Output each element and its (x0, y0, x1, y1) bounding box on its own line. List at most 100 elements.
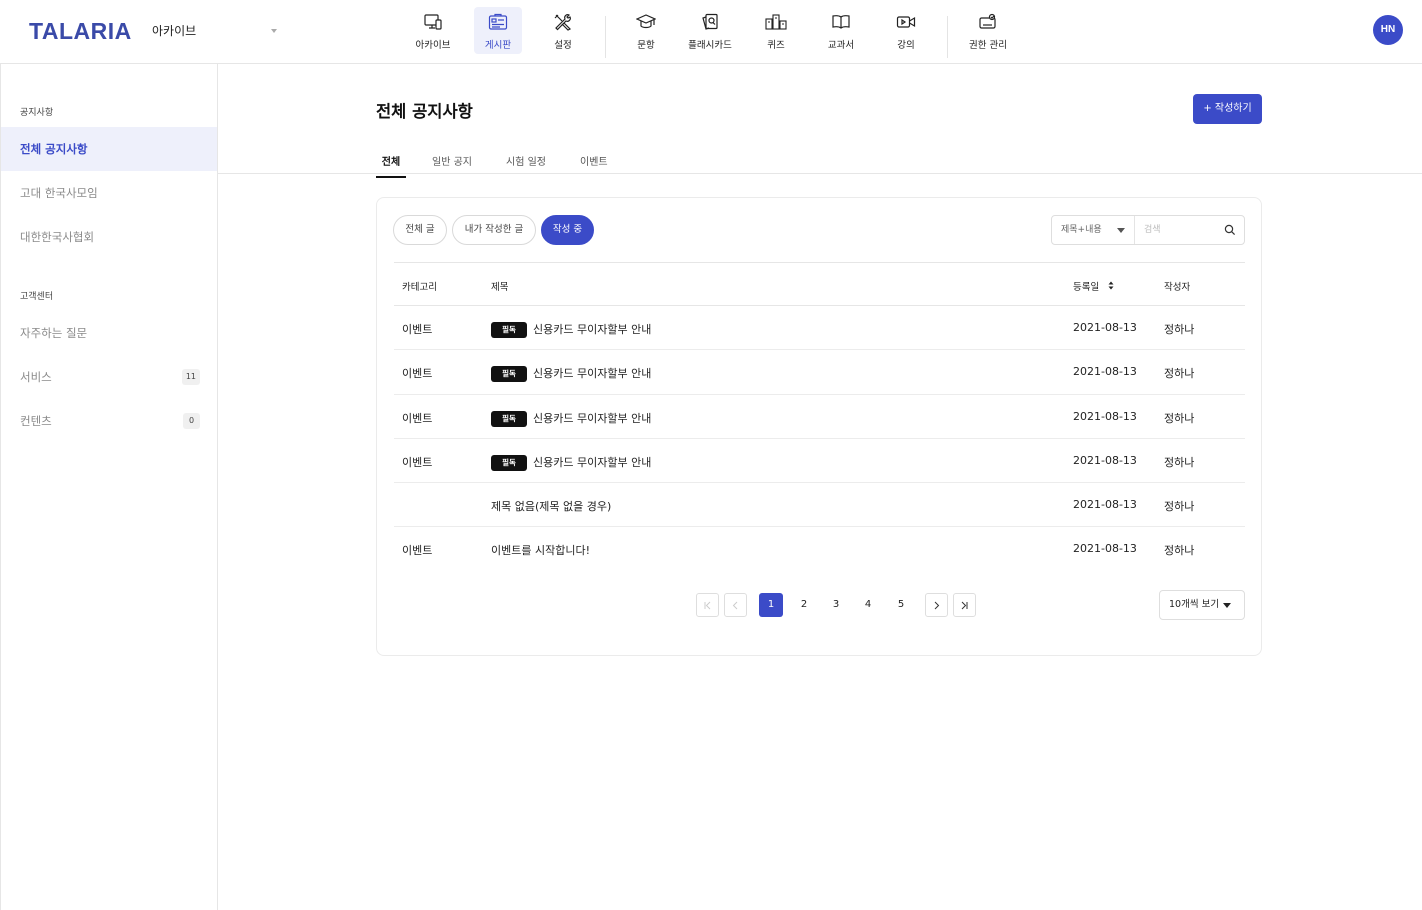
cell-title: 제목 없음(제목 없을 경우) (491, 498, 611, 514)
cell-date: 2021-08-13 (1073, 498, 1137, 512)
column-header-category: 카테고리 (402, 282, 437, 293)
cell-title: 필독 신용카드 무이자할부 안내 (491, 410, 651, 427)
last-page-icon (961, 601, 968, 610)
first-page-button[interactable] (696, 593, 719, 617)
cell-category: 이벤트 (402, 367, 433, 381)
post-title[interactable]: 신용카드 무이자할부 안내 (533, 367, 651, 380)
nav-item-lecture[interactable]: 강의 (882, 7, 930, 54)
nav-item-archive[interactable]: 아카이브 (409, 7, 457, 54)
nav-item-questions[interactable]: 문항 (622, 7, 670, 54)
nav-item-board[interactable]: 게시판 (474, 7, 522, 54)
table-row[interactable]: 이벤트 필독 신용카드 무이자할부 안내 2021-08-13 정하나 (394, 350, 1245, 395)
table-row[interactable]: 이벤트 필독 신용카드 무이자할부 안내 2021-08-13 정하나 (394, 439, 1245, 484)
nav-label: 교과서 (827, 40, 855, 51)
cell-author: 정하나 (1164, 455, 1195, 469)
nav-label: 권한 관리 (969, 40, 1007, 51)
page-number-button[interactable]: 4 (856, 593, 880, 617)
notice-table: 카테고리 제목 등록일 작성자 이벤트 필독 신용카드 무이자할부 안내 2021-0… (394, 262, 1245, 572)
page-number-button[interactable]: 2 (792, 593, 816, 617)
post-title[interactable]: 신용카드 무이자할부 안내 (533, 456, 651, 469)
archive-select[interactable]: 아카이브 (152, 22, 280, 42)
filter-all-posts[interactable]: 전체 글 (393, 215, 447, 245)
last-page-button[interactable] (953, 593, 976, 617)
post-title[interactable]: 신용카드 무이자할부 안내 (533, 412, 651, 425)
quiz-icon (765, 14, 787, 30)
video-icon (896, 16, 916, 28)
logo[interactable]: TALARIA (29, 18, 132, 45)
search-type-select[interactable]: 제목+내용 (1052, 216, 1135, 244)
avatar[interactable]: HN (1373, 15, 1403, 45)
page-number-button[interactable]: 3 (824, 593, 848, 617)
chevron-down-icon (271, 29, 277, 33)
page-number-button[interactable]: 5 (889, 593, 913, 617)
sidebar-item-all-notices[interactable]: 전체 공지사항 (1, 127, 217, 171)
post-title[interactable]: 이벤트를 시작합니다! (491, 544, 590, 557)
monitor-devices-icon (424, 14, 442, 30)
sidebar-item-service[interactable]: 서비스 11 (1, 355, 217, 399)
page-title: 전체 공지사항 (376, 102, 473, 121)
table-row[interactable]: 제목 없음(제목 없을 경우) 2021-08-13 정하나 (394, 483, 1245, 528)
cell-author: 정하나 (1164, 544, 1195, 558)
search-icon[interactable] (1224, 224, 1236, 236)
page-number-button[interactable]: 1 (759, 593, 783, 617)
filter-drafts[interactable]: 작성 중 (541, 215, 594, 245)
cell-title: 필독 신용카드 무이자할부 안내 (491, 365, 651, 383)
nav-label: 게시판 (484, 40, 512, 51)
write-button[interactable]: + 작성하기 (1193, 94, 1262, 124)
chevron-left-icon (732, 601, 738, 610)
table-row[interactable]: 이벤트 필독 신용카드 무이자할부 안내 2021-08-13 정하나 (394, 395, 1245, 439)
cell-date: 2021-08-13 (1073, 453, 1137, 467)
required-tag: 필독 (491, 366, 527, 383)
sidebar-item-contents[interactable]: 컨텐츠 0 (1, 399, 217, 443)
required-tag: 필독 (491, 454, 527, 471)
table-row[interactable]: 이벤트 필독 신용카드 무이자할부 안내 2021-08-13 정하나 (394, 306, 1245, 351)
search-box: 제목+내용 (1051, 215, 1245, 245)
table-row[interactable]: 이벤트 이벤트를 시작합니다! 2021-08-13 정하나 (394, 527, 1245, 571)
prev-page-button[interactable] (724, 593, 747, 617)
post-title[interactable]: 신용카드 무이자할부 안내 (533, 323, 651, 336)
tab-all[interactable]: 전체 (376, 153, 406, 178)
sidebar-item-ancient-korean-history[interactable]: 고대 한국사모임 (1, 171, 217, 215)
tabs-divider (218, 173, 1422, 174)
required-tag: 필독 (491, 322, 527, 338)
filter-my-posts[interactable]: 내가 작성한 글 (452, 215, 536, 245)
nav-label: 아카이브 (415, 40, 451, 51)
count-badge: 11 (181, 369, 200, 385)
cell-category: 이벤트 (402, 455, 433, 469)
caret-down-icon (1117, 228, 1125, 233)
cell-category: 이벤트 (402, 323, 433, 336)
cell-date: 2021-08-13 (1073, 409, 1137, 423)
sidebar: 공지사항 전체 공지사항 고대 한국사모임 대한한국사협회 고객센터 자주하는 … (0, 64, 218, 910)
required-tag: 필독 (491, 410, 527, 427)
column-header-date-label: 등록일 (1073, 282, 1100, 293)
chevron-right-icon (934, 601, 940, 610)
nav-item-settings[interactable]: 설정 (539, 7, 587, 54)
nav-item-flashcard[interactable]: 플래시카드 (686, 7, 734, 54)
cell-author: 정하나 (1164, 367, 1195, 381)
cell-title: 이벤트를 시작합니다! (491, 542, 590, 558)
cell-author: 정하나 (1164, 323, 1195, 336)
cell-author: 정하나 (1164, 411, 1195, 425)
cell-category: 이벤트 (402, 411, 433, 425)
next-page-button[interactable] (925, 593, 948, 617)
archive-select-value: 아카이브 (152, 24, 197, 38)
nav-divider (605, 16, 606, 58)
nav-label: 설정 (554, 40, 572, 51)
nav-label: 강의 (897, 40, 915, 51)
per-page-select[interactable]: 10개씩 보기 (1159, 590, 1245, 620)
sidebar-item-faq[interactable]: 자주하는 질문 (1, 311, 217, 355)
nav-item-permissions[interactable]: 권한 관리 (964, 7, 1012, 54)
column-header-author: 작성자 (1164, 282, 1191, 293)
cell-category: 이벤트 (402, 544, 433, 558)
sidebar-item-korean-history-association[interactable]: 대한한국사협회 (1, 215, 217, 259)
nav-item-quiz[interactable]: 퀴즈 (752, 7, 800, 54)
search-input[interactable] (1136, 217, 1218, 243)
sort-icon[interactable] (1108, 281, 1114, 290)
post-title[interactable]: 제목 없음(제목 없을 경우) (491, 500, 611, 513)
nav-item-textbook[interactable]: 교과서 (817, 7, 865, 54)
nav-divider (947, 16, 948, 58)
column-header-date[interactable]: 등록일 (1073, 279, 1114, 293)
table-header: 카테고리 제목 등록일 작성자 (394, 262, 1245, 306)
cell-title: 필독 신용카드 무이자할부 안내 (491, 321, 651, 338)
tools-icon (554, 14, 572, 31)
